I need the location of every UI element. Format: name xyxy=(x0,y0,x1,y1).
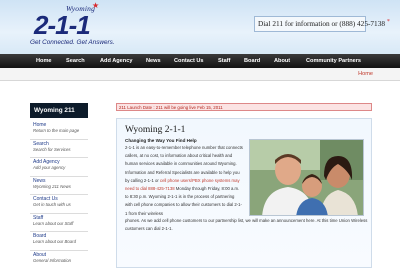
nav-add-agency[interactable]: Add Agency xyxy=(100,58,132,64)
logo-number: 2-1-1 xyxy=(34,10,91,40)
nav-staff[interactable]: Staff xyxy=(218,58,230,64)
sidebar-item-desc: Return to the main page xyxy=(33,128,80,133)
nav-home[interactable]: Home xyxy=(36,58,52,64)
site-header: Wyoming ★ 2-1-1 Get Connected. Get Answe… xyxy=(0,0,400,54)
sidebar-item-desc: Add your agency xyxy=(33,165,66,170)
family-photo xyxy=(249,139,364,216)
launch-date-alert: 211 Launch Date : 211 will be going live… xyxy=(116,103,372,111)
breadcrumb-home-link[interactable]: Home xyxy=(358,71,373,77)
sidebar-item-desc: Learn about our Staff xyxy=(33,220,74,226)
sidebar-item-desc: Get in touch with us xyxy=(33,202,71,207)
callout-asterisk: * xyxy=(386,19,390,25)
nav-news[interactable]: News xyxy=(146,58,161,64)
sidebar-item-about[interactable]: About General Information xyxy=(30,251,88,268)
sidebar-item-staff[interactable]: Staff Learn about our Staff xyxy=(30,214,88,232)
page-title: Wyoming 2-1-1 xyxy=(125,125,186,135)
nav-community-partners[interactable]: Community Partners xyxy=(306,58,361,64)
nav-about[interactable]: About xyxy=(274,58,290,64)
main-nav: Home Search Add Agency News Contact Us S… xyxy=(0,54,400,68)
callout-text: Dial 211 for information or (888) 425-71… xyxy=(258,19,385,28)
main-content: Wyoming 2-1-1 Changing the Way You Find … xyxy=(116,118,372,268)
nav-contact-us[interactable]: Contact Us xyxy=(174,58,204,64)
sidebar-item-search[interactable]: Search Search for Services xyxy=(30,140,88,158)
sidebar-item-add-agency[interactable]: Add Agency Add your agency xyxy=(30,158,88,177)
sidebar-item-board[interactable]: Board Learn about our Board xyxy=(30,232,88,251)
sidebar-item-desc: General Information xyxy=(33,257,71,263)
page-subtitle: Changing the Way You Find Help xyxy=(125,138,197,143)
sidebar-item-home[interactable]: Home Return to the main page xyxy=(30,121,88,140)
sidebar-item-desc: Wyoming 211 News xyxy=(33,183,71,189)
nav-board[interactable]: Board xyxy=(244,58,260,64)
breadcrumb-bar: Home xyxy=(0,68,400,81)
sidebar-item-contact-us[interactable]: Contact Us Get in touch with us xyxy=(30,195,88,214)
intro-paragraph: 2-1-1 is an easy-to-remember telephone n… xyxy=(125,144,243,218)
nav-search[interactable]: Search xyxy=(66,58,85,64)
logo-tagline: Get Connected. Get Answers. xyxy=(30,39,115,46)
sidebar-item-desc: Learn about our Board xyxy=(33,239,77,244)
dial-211-callout: Dial 211 for information or (888) 425-71… xyxy=(254,16,390,32)
sidebar: Wyoming 211 Home Return to the main page… xyxy=(30,103,88,268)
wireless-paragraph: phones. As we add cell phone customers t… xyxy=(125,218,368,232)
family-photo-illustration xyxy=(250,140,363,215)
wyoming-211-logo[interactable]: Wyoming ★ 2-1-1 Get Connected. Get Answe… xyxy=(30,1,120,50)
star-icon: ★ xyxy=(92,1,100,10)
sidebar-item-desc: Search for Services xyxy=(33,146,71,152)
sidebar-item-news[interactable]: News Wyoming 211 News xyxy=(30,177,88,195)
sidebar-heading: Wyoming 211 xyxy=(30,103,88,118)
